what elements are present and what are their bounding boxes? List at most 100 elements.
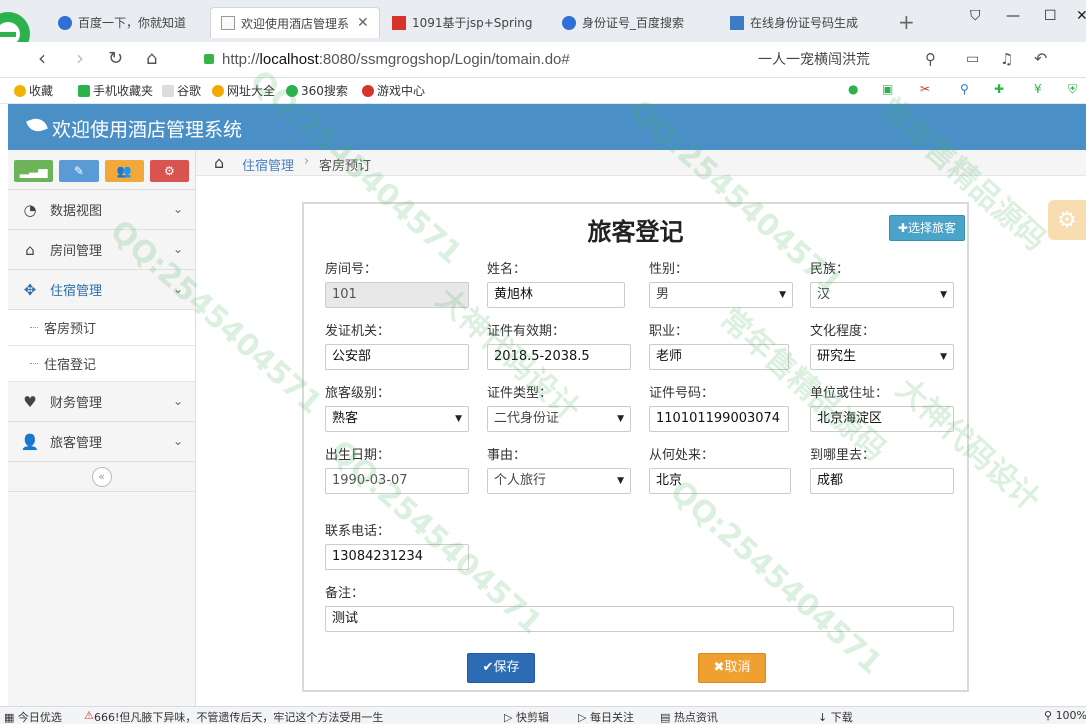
sidebar-item-stay[interactable]: ✥ 住宿管理 ⌄ xyxy=(8,270,195,310)
bookmark-games[interactable]: 游戏中心 xyxy=(362,82,425,99)
forward-icon[interactable]: › xyxy=(76,46,84,70)
shield-icon[interactable]: ⛨ xyxy=(1068,82,1077,97)
browser-tab-search[interactable]: 身份证号_百度搜索 xyxy=(552,7,717,38)
breadcrumb-parent-link[interactable]: 住宿管理 xyxy=(242,155,294,174)
sidebar-item-rooms[interactable]: ⌂ 房间管理 ⌄ xyxy=(8,230,195,270)
money-icon[interactable]: ¥ xyxy=(1034,82,1042,96)
education-select[interactable]: 研究生 xyxy=(810,344,954,370)
sidebar-item-finance[interactable]: ♥ 财务管理 ⌄ xyxy=(8,382,195,422)
birth-date-field[interactable]: 1990-03-07 xyxy=(325,468,469,494)
address-field[interactable]: 北京海淀区 xyxy=(810,406,954,432)
search-icon[interactable]: ⚲ xyxy=(925,50,936,68)
edit-shortcut-button[interactable]: ✎ xyxy=(59,160,99,182)
collapse-left-icon[interactable]: « xyxy=(91,466,112,487)
alert-icon: ⚠ xyxy=(84,709,94,722)
sidebar-item-dashboard[interactable]: ◔ 数据视图 ⌄ xyxy=(8,190,195,230)
globe-icon xyxy=(212,85,224,97)
browser-status-bar: ▦ 今日优选 ⚠ 666!但凡腋下异味，不管遗传后天，牢记这个方法受用一生 ▷ … xyxy=(0,706,1086,724)
validity-field[interactable]: 2018.5-2038.5 xyxy=(487,344,631,370)
shirt-icon[interactable]: ⛉ xyxy=(970,8,981,24)
remark-field[interactable]: 测试 xyxy=(325,606,954,632)
status-download[interactable]: ↓ 下载 xyxy=(818,709,853,724)
extension-icon[interactable]: ● xyxy=(848,82,858,96)
minimize-icon[interactable]: — xyxy=(1006,8,1020,24)
page-icon xyxy=(162,85,174,97)
browser-tab-project[interactable]: 1091基于jsp+Spring xyxy=(382,7,547,38)
scissors-icon[interactable]: ✂ xyxy=(920,82,930,96)
close-window-icon[interactable]: ✕ xyxy=(1076,8,1086,24)
bookmark-sites[interactable]: 网址大全 xyxy=(212,82,275,99)
breadcrumb-current: 客房预订 xyxy=(319,159,372,174)
paw-icon xyxy=(562,15,576,30)
magnifier-icon[interactable]: ⚲ xyxy=(960,82,969,96)
room-number-field[interactable]: 101 xyxy=(325,282,469,308)
browser-tab-baidu[interactable]: 百度一下，你就知道 xyxy=(48,7,208,38)
reason-select[interactable]: 个人旅行 xyxy=(487,468,631,494)
chart-shortcut-button[interactable]: ▂▃▅ xyxy=(14,160,54,182)
close-tab-icon[interactable]: ✕ xyxy=(357,15,369,31)
sidebar-subitem-booking[interactable]: 客房预订 xyxy=(8,310,195,346)
grid-icon: ▦ xyxy=(4,711,15,724)
maximize-icon[interactable]: ☐ xyxy=(1044,8,1057,24)
today-picks[interactable]: ▦ 今日优选 xyxy=(4,709,62,724)
translate-icon[interactable]: ▣ xyxy=(882,82,893,96)
zoom-level[interactable]: ⚲ 100% xyxy=(1044,709,1086,722)
settings-gear-icon[interactable]: ⚙ xyxy=(1048,200,1086,240)
id-number-field[interactable]: 110101199003074 xyxy=(649,406,789,432)
bookmark-360[interactable]: 360搜索 xyxy=(286,82,348,99)
bookmark-favorites[interactable]: 收藏 xyxy=(14,82,53,99)
status-news[interactable]: ▤ 热点资讯 xyxy=(660,709,718,724)
home-icon[interactable]: ⌂ xyxy=(214,153,224,172)
new-tab-icon[interactable]: + xyxy=(898,10,915,34)
heart-icon: ♥ xyxy=(23,392,37,411)
news-ticker[interactable]: 666!但凡腋下异味，不管遗传后天，牢记这个方法受用一生 xyxy=(94,709,424,724)
room-number-value: 101 xyxy=(332,287,357,302)
name-field[interactable]: 黄旭林 xyxy=(487,282,625,308)
cancel-button[interactable]: ✖取消 xyxy=(698,653,766,683)
status-quick-edit[interactable]: ▷ 快剪辑 xyxy=(504,709,549,724)
back-icon[interactable]: ‹ xyxy=(38,46,46,70)
bookmark-google[interactable]: 谷歌 xyxy=(162,82,201,99)
battery-icon[interactable]: ▭ xyxy=(966,51,979,67)
job-field[interactable]: 老师 xyxy=(649,344,789,370)
gamepad-icon[interactable]: ✚ xyxy=(994,82,1004,96)
education-value: 研究生 xyxy=(817,349,857,364)
save-button[interactable]: ✔保存 xyxy=(467,653,535,683)
undo-icon[interactable]: ↶ xyxy=(1034,49,1047,68)
home-browser-icon[interactable]: ⌂ xyxy=(146,48,157,69)
phone-field[interactable]: 13084231234 xyxy=(325,544,469,570)
destination-field[interactable]: 成都 xyxy=(810,468,954,494)
browser-tab-hotel[interactable]: 欢迎使用酒店管理系 ✕ xyxy=(210,7,380,38)
app-title: 欢迎使用酒店管理系统 xyxy=(52,119,243,141)
url-field[interactable]: http://localhost:8080/ssmgrogshop/Login/… xyxy=(204,48,744,72)
sidebar-item-guests[interactable]: 👤 旅客管理 ⌄ xyxy=(8,422,195,462)
issuer-field[interactable]: 公安部 xyxy=(325,344,469,370)
headphones-icon[interactable]: ♫ xyxy=(1000,50,1013,68)
id-type-select[interactable]: 二代身份证 xyxy=(487,406,631,432)
room-number-label: 房间号： xyxy=(325,262,378,277)
tab-label: 欢迎使用酒店管理系 xyxy=(241,16,350,31)
gender-select[interactable]: 男 xyxy=(649,282,793,308)
bookmark-mobile[interactable]: 手机收藏夹 xyxy=(78,82,153,99)
download-icon: ↓ xyxy=(818,711,828,724)
users-shortcut-button[interactable]: 👥 xyxy=(104,160,144,182)
browser-tab-idgen[interactable]: 在线身份证号码生成 xyxy=(720,7,890,38)
game-icon xyxy=(362,85,374,97)
home-icon: ⌂ xyxy=(25,240,35,259)
address-value: 北京海淀区 xyxy=(817,411,883,426)
id-type-value: 二代身份证 xyxy=(494,411,560,426)
play-icon: ▷ xyxy=(504,711,513,724)
validity-label: 证件有效期： xyxy=(487,324,566,339)
refresh-icon[interactable]: ↻ xyxy=(108,48,123,69)
ethnicity-select[interactable]: 汉 xyxy=(810,282,954,308)
origin-field[interactable]: 北京 xyxy=(649,468,791,494)
settings-shortcut-button[interactable]: ⚙ xyxy=(149,160,189,182)
status-daily[interactable]: ▷ 每日关注 xyxy=(578,709,634,724)
sidebar-subitem-checkin[interactable]: 住宿登记 xyxy=(8,346,195,382)
select-guest-button[interactable]: ✚选择旅客 xyxy=(888,215,965,241)
browser-search-field[interactable]: 一人一宠横闯洪荒 xyxy=(752,48,942,72)
guest-level-select[interactable]: 熟客 xyxy=(325,406,469,432)
status-item-label: 热点资讯 xyxy=(673,711,718,724)
phone-value: 13084231234 xyxy=(332,549,423,564)
page-icon xyxy=(221,16,235,30)
